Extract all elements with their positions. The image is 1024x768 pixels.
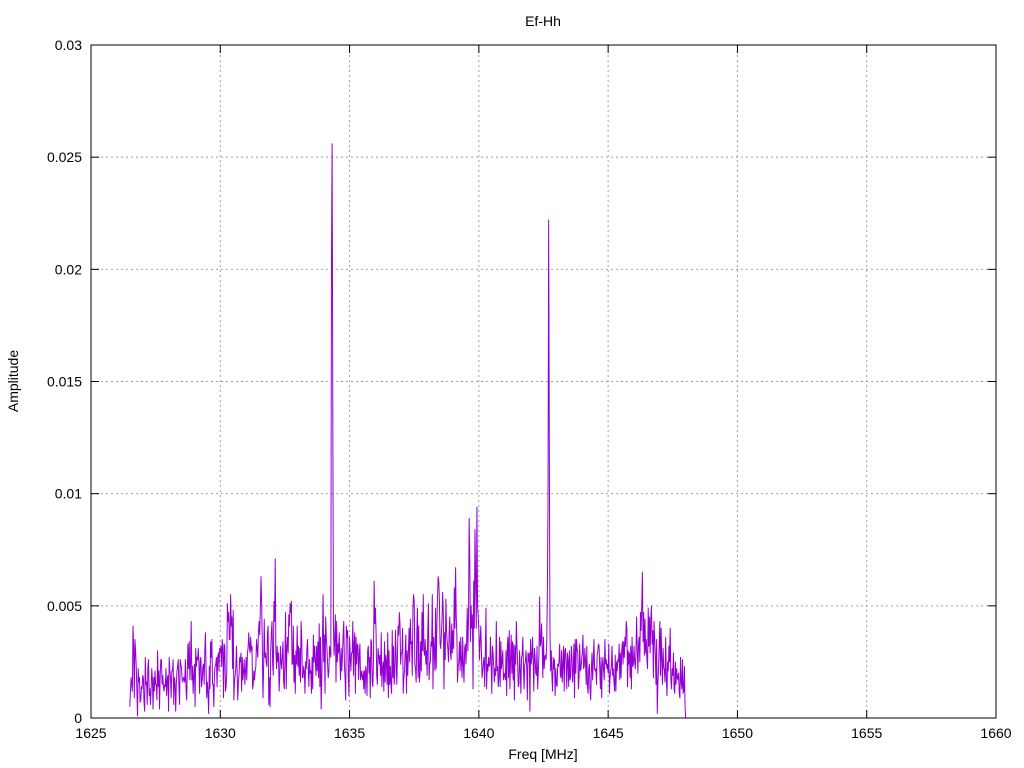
x-tick-label: 1635: [334, 725, 365, 741]
chart-title: Ef-Hh: [525, 13, 561, 29]
y-tick-label: 0.025: [47, 149, 82, 165]
x-tick-label: 1660: [980, 725, 1011, 741]
x-tick-label: 1625: [75, 725, 106, 741]
y-axis-label: Amplitude: [5, 350, 21, 412]
x-tick-label: 1650: [722, 725, 753, 741]
series-line: [129, 143, 687, 719]
grid-lines: [91, 45, 996, 718]
x-tick-label: 1645: [593, 725, 624, 741]
y-tick-label: 0.02: [55, 261, 82, 277]
x-tick-label: 1640: [463, 725, 494, 741]
x-tick-labels: 1625 1630 1635 1640 1645 1650 1655 1660: [75, 725, 1011, 741]
x-axis-label: Freq [MHz]: [508, 746, 577, 762]
line-chart: 1625 1630 1635 1640 1645 1650 1655 1660 00.0050…: [5, 13, 1012, 762]
y-tick-label: 0.015: [47, 374, 82, 390]
x-tick-label: 1630: [205, 725, 236, 741]
y-tick-label: 0.03: [55, 37, 82, 53]
y-tick-label: 0.005: [47, 598, 82, 614]
x-tick-label: 1655: [851, 725, 882, 741]
y-tick-label: 0.01: [55, 486, 82, 502]
series-layer: [129, 143, 687, 719]
y-tick-label: 0: [74, 710, 82, 726]
y-tick-labels: 0 0.005 0.01 0.015 0.02 0.025 0.03: [47, 37, 82, 726]
